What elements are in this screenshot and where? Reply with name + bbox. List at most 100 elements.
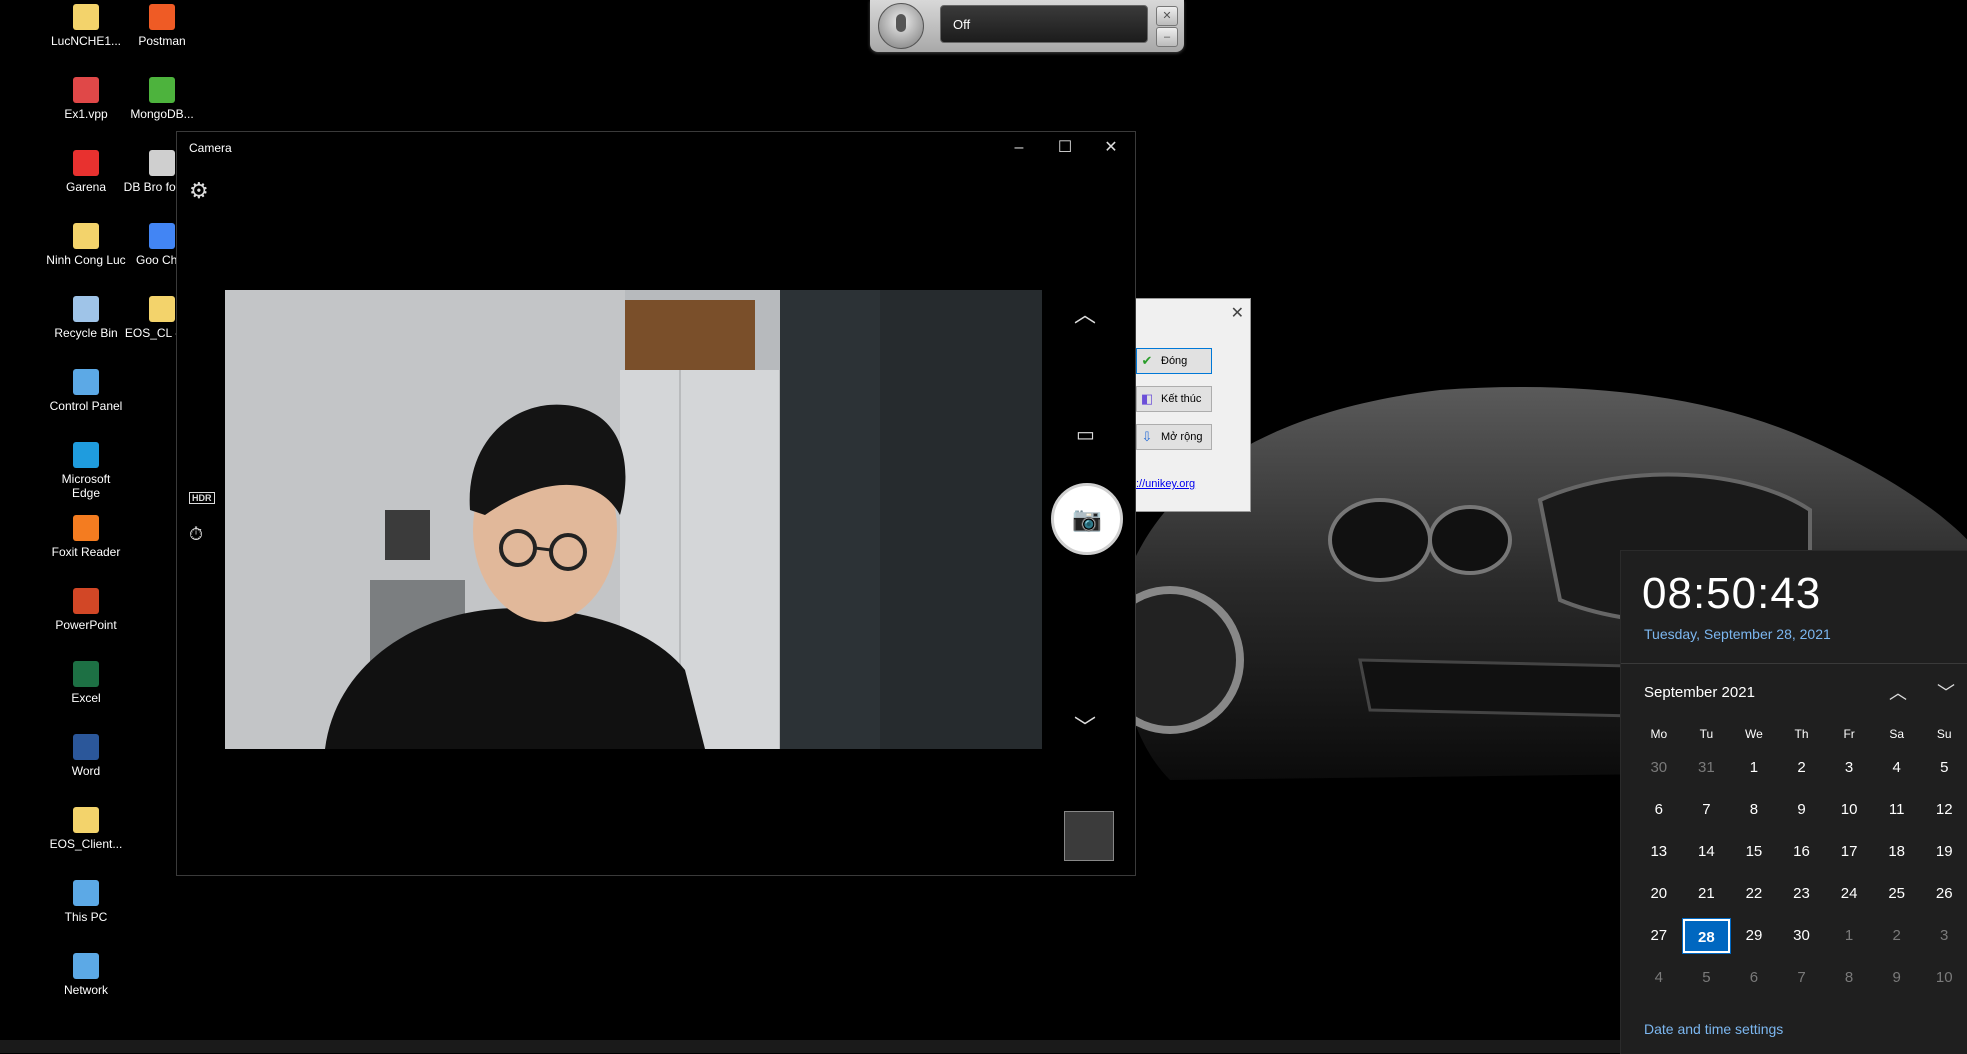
calendar-day[interactable]: 14 [1683, 835, 1731, 869]
take-photo-button[interactable]: 📷 [1051, 483, 1123, 555]
calendar-day[interactable]: 6 [1730, 961, 1778, 995]
unikey-expand-button[interactable]: ⇩ Mở rộng [1136, 424, 1212, 450]
calendar-day[interactable]: 7 [1683, 793, 1731, 827]
maximize-button[interactable]: ☐ [1043, 136, 1087, 160]
video-mode-icon[interactable]: ▭ [1076, 422, 1095, 447]
calendar-day[interactable]: 22 [1730, 877, 1778, 911]
date-time-settings-link[interactable]: Date and time settings [1644, 1021, 1783, 1037]
calendar-day[interactable]: 30 [1635, 751, 1683, 785]
calendar-grid: Mo Tu We Th Fr Sa Su 30 31 1 2 3 4 5 6 7 8 9 10 11 12 13 14 15 1… [1635, 721, 1967, 999]
calendar-day[interactable]: 21 [1683, 877, 1731, 911]
desktop-icon[interactable]: Foxit Reader [46, 515, 126, 559]
calendar-day[interactable]: 31 [1683, 751, 1731, 785]
calendar-day[interactable]: 4 [1635, 961, 1683, 995]
calendar-day[interactable]: 2 [1873, 919, 1921, 953]
calendar-day[interactable]: 9 [1873, 961, 1921, 995]
weekday-label: We [1745, 727, 1763, 741]
weekday-header-row: Mo Tu We Th Fr Sa Su [1635, 721, 1967, 747]
calendar-day[interactable]: 10 [1920, 961, 1967, 995]
excel-icon [73, 661, 99, 687]
calendar-day[interactable]: 3 [1920, 919, 1967, 953]
close-button[interactable]: ✕ [1089, 136, 1133, 160]
button-label: Đóng [1161, 355, 1188, 367]
chevron-up-icon[interactable]: ︿ [1074, 297, 1096, 329]
calendar-day[interactable]: 9 [1778, 793, 1826, 827]
calendar-day[interactable]: 26 [1920, 877, 1967, 911]
calendar-day[interactable]: 8 [1825, 961, 1873, 995]
desktop-icon[interactable]: Garena [46, 150, 126, 194]
button-label: Mở rộng [1161, 431, 1203, 443]
calendar-day[interactable]: 4 [1873, 751, 1921, 785]
desktop-icon-label: Excel [71, 691, 101, 705]
calendar-day[interactable]: 13 [1635, 835, 1683, 869]
calendar-day[interactable]: 29 [1730, 919, 1778, 953]
edge-icon [73, 442, 99, 468]
calendar-day[interactable]: 1 [1825, 919, 1873, 953]
calendar-day[interactable]: 30 [1778, 919, 1826, 953]
settings-gear-icon[interactable]: ⚙ [189, 178, 209, 204]
calendar-day[interactable]: 11 [1873, 793, 1921, 827]
this-pc-icon [73, 880, 99, 906]
desktop-icon[interactable]: This PC [46, 880, 126, 924]
calendar-day[interactable]: 17 [1825, 835, 1873, 869]
desktop-icon[interactable]: LucNCHE1... [46, 4, 126, 48]
calendar-day[interactable]: 20 [1635, 877, 1683, 911]
desktop-icon[interactable]: PowerPoint [46, 588, 126, 632]
calendar-week-row: 4 5 6 7 8 9 10 [1635, 957, 1967, 999]
calendar-day[interactable]: 8 [1730, 793, 1778, 827]
desktop-icon[interactable]: MongoDB... [122, 77, 202, 121]
weekday-label: Fr [1843, 727, 1855, 741]
calendar-day[interactable]: 10 [1825, 793, 1873, 827]
calendar-day[interactable]: 19 [1920, 835, 1967, 869]
calendar-day-today[interactable]: 28 [1681, 918, 1732, 954]
unikey-exit-button[interactable]: ◧ Kết thúc [1136, 386, 1212, 412]
desktop-icon[interactable]: Postman [122, 4, 202, 48]
desktop-icon[interactable]: Ninh Cong Luc [46, 223, 126, 267]
voice-close-button[interactable]: ✕ [1156, 6, 1178, 26]
minimize-button[interactable]: – [997, 136, 1041, 160]
desktop-icon[interactable]: Recycle Bin [46, 296, 126, 340]
calendar-day[interactable]: 25 [1873, 877, 1921, 911]
desktop-icon[interactable]: EOS_Client... [46, 807, 126, 851]
hdr-icon[interactable]: HDR [189, 492, 215, 504]
calendar-day[interactable]: 5 [1683, 961, 1731, 995]
voice-minimize-button[interactable]: – [1156, 27, 1178, 47]
camera-icon: 📷 [1072, 505, 1102, 533]
calendar-day[interactable]: 12 [1920, 793, 1967, 827]
chevron-down-icon[interactable]: ﹀ [1074, 710, 1096, 742]
desktop-icon[interactable]: Ex1.vpp [46, 77, 126, 121]
calendar-month-label[interactable]: September 2021 [1644, 684, 1755, 701]
desktop-icon[interactable]: Control Panel [46, 369, 126, 413]
calendar-day[interactable]: 3 [1825, 751, 1873, 785]
word-icon [73, 734, 99, 760]
calendar-day[interactable]: 5 [1920, 751, 1967, 785]
calendar-day[interactable]: 1 [1730, 751, 1778, 785]
microphone-icon[interactable] [878, 3, 924, 49]
desktop-icon-label: LucNCHE1... [50, 34, 122, 48]
previous-month-chevron-up-icon[interactable]: ︿ [1889, 679, 1907, 705]
desktop-icon[interactable]: Network [46, 953, 126, 997]
calendar-day[interactable]: 23 [1778, 877, 1826, 911]
unikey-website-link[interactable]: ://unikey.org [1136, 478, 1195, 490]
photo-thumbnail[interactable] [1064, 811, 1114, 861]
calendar-day[interactable]: 27 [1635, 919, 1683, 953]
calendar-day[interactable]: 15 [1730, 835, 1778, 869]
desktop-icon[interactable]: Word [46, 734, 126, 778]
desktop-icon[interactable]: Excel [46, 661, 126, 705]
desktop-icon-label: PowerPoint [55, 618, 117, 632]
window-title: Camera [189, 141, 232, 155]
timer-icon[interactable]: ⏱ [189, 524, 203, 545]
unikey-close-button[interactable]: ✕ [1231, 303, 1244, 323]
check-icon: ✔ [1141, 353, 1153, 368]
calendar-day[interactable]: 18 [1873, 835, 1921, 869]
calendar-day[interactable]: 16 [1778, 835, 1826, 869]
next-month-chevron-down-icon[interactable]: ﹀ [1937, 679, 1955, 705]
calendar-day[interactable]: 24 [1825, 877, 1873, 911]
calendar-day[interactable]: 7 [1778, 961, 1826, 995]
unikey-close-app-button[interactable]: ✔ Đóng [1136, 348, 1212, 374]
calendar-day[interactable]: 2 [1778, 751, 1826, 785]
desktop-icon[interactable]: Microsoft Edge [46, 442, 126, 500]
calendar-day[interactable]: 6 [1635, 793, 1683, 827]
powerpoint-icon [73, 588, 99, 614]
clock-date-link[interactable]: Tuesday, September 28, 2021 [1644, 626, 1831, 642]
